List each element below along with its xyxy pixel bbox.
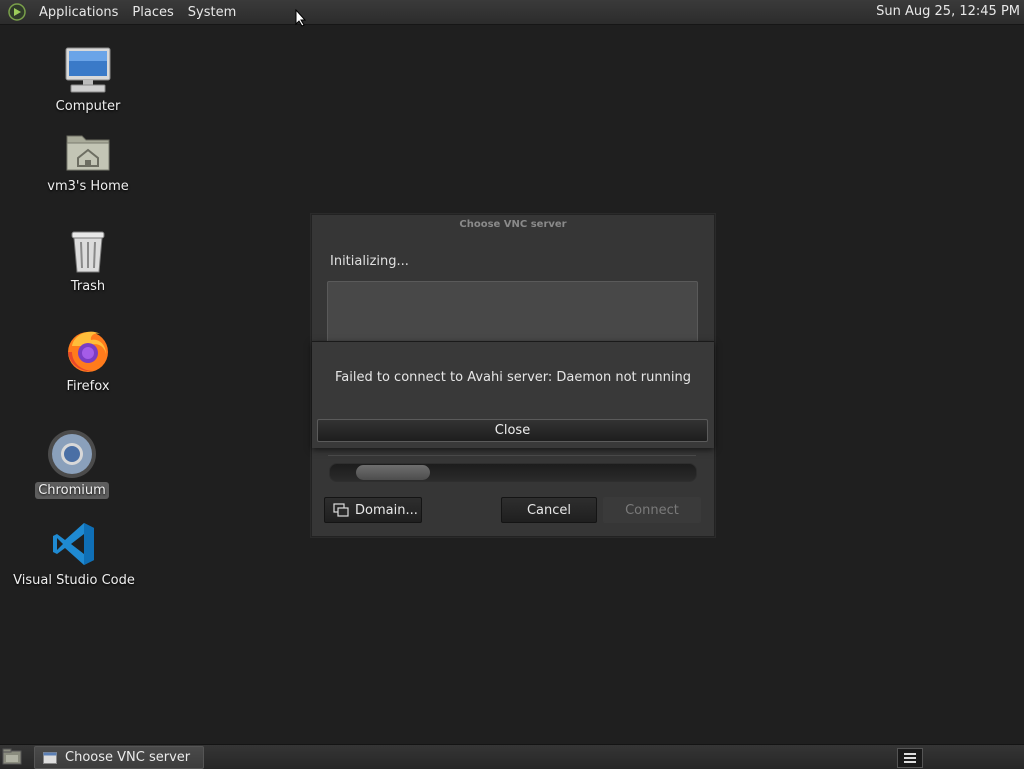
error-dialog: Failed to connect to Avahi server: Daemo… bbox=[312, 341, 714, 448]
desktop-icon-vscode[interactable]: Visual Studio Code bbox=[13, 518, 135, 589]
firefox-icon bbox=[68, 331, 108, 372]
windows-stack-icon bbox=[333, 503, 349, 517]
menu-places[interactable]: Places bbox=[125, 5, 180, 20]
domain-button-label: Domain... bbox=[355, 502, 418, 518]
progress-bar bbox=[329, 463, 697, 482]
taskbar-item-label: Choose VNC server bbox=[65, 750, 191, 765]
home-folder-icon bbox=[66, 135, 110, 171]
show-desktop-icon[interactable] bbox=[2, 748, 22, 766]
progress-indicator bbox=[356, 465, 430, 480]
status-label: Initializing... bbox=[330, 254, 409, 269]
desktop-icon-label: Chromium bbox=[35, 482, 109, 499]
close-button-label: Close bbox=[494, 423, 531, 438]
desktop-icon-label: vm3's Home bbox=[47, 179, 129, 194]
computer-icon bbox=[65, 47, 111, 93]
cancel-button[interactable]: Cancel bbox=[501, 497, 597, 523]
mate-logo-icon[interactable] bbox=[8, 3, 26, 21]
chromium-icon bbox=[48, 430, 96, 478]
desktop-icon-label: Computer bbox=[55, 99, 121, 114]
close-button[interactable]: Close bbox=[317, 419, 708, 442]
desktop-icon-trash[interactable]: Trash bbox=[48, 224, 128, 295]
desktop-icon-chromium[interactable]: Chromium bbox=[31, 428, 113, 499]
menu-system[interactable]: System bbox=[181, 5, 243, 20]
connect-button-label: Connect bbox=[625, 502, 679, 518]
bottom-panel: Choose VNC server bbox=[0, 744, 1024, 769]
connect-button[interactable]: Connect bbox=[603, 497, 701, 523]
top-panel: Applications Places System Sun Aug 25, 1… bbox=[0, 0, 1024, 25]
workspace-icon bbox=[904, 753, 916, 763]
desktop-icon-computer[interactable]: Computer bbox=[48, 44, 128, 115]
window-icon bbox=[43, 751, 57, 764]
desktop-icon-firefox[interactable]: Firefox bbox=[48, 324, 128, 395]
workspace-switcher[interactable] bbox=[897, 748, 923, 768]
desktop-icon-label: Visual Studio Code bbox=[13, 573, 135, 588]
desktop-icon-label: Trash bbox=[70, 279, 106, 294]
trash-icon bbox=[71, 231, 105, 273]
domain-button[interactable]: Domain... bbox=[324, 497, 422, 523]
taskbar-item-vnc[interactable]: Choose VNC server bbox=[34, 746, 204, 769]
error-message: Failed to connect to Avahi server: Daemo… bbox=[335, 370, 691, 385]
separator bbox=[328, 455, 696, 456]
mouse-cursor-icon bbox=[295, 9, 307, 27]
dialog-title: Choose VNC server bbox=[459, 219, 567, 230]
cancel-button-label: Cancel bbox=[526, 502, 572, 518]
vscode-icon bbox=[53, 523, 94, 565]
desktop-icon-home[interactable]: vm3's Home bbox=[43, 124, 133, 195]
desktop-icon-label: Firefox bbox=[66, 379, 110, 394]
menu-applications[interactable]: Applications bbox=[32, 5, 125, 20]
clock[interactable]: Sun Aug 25, 12:45 PM bbox=[876, 4, 1020, 19]
